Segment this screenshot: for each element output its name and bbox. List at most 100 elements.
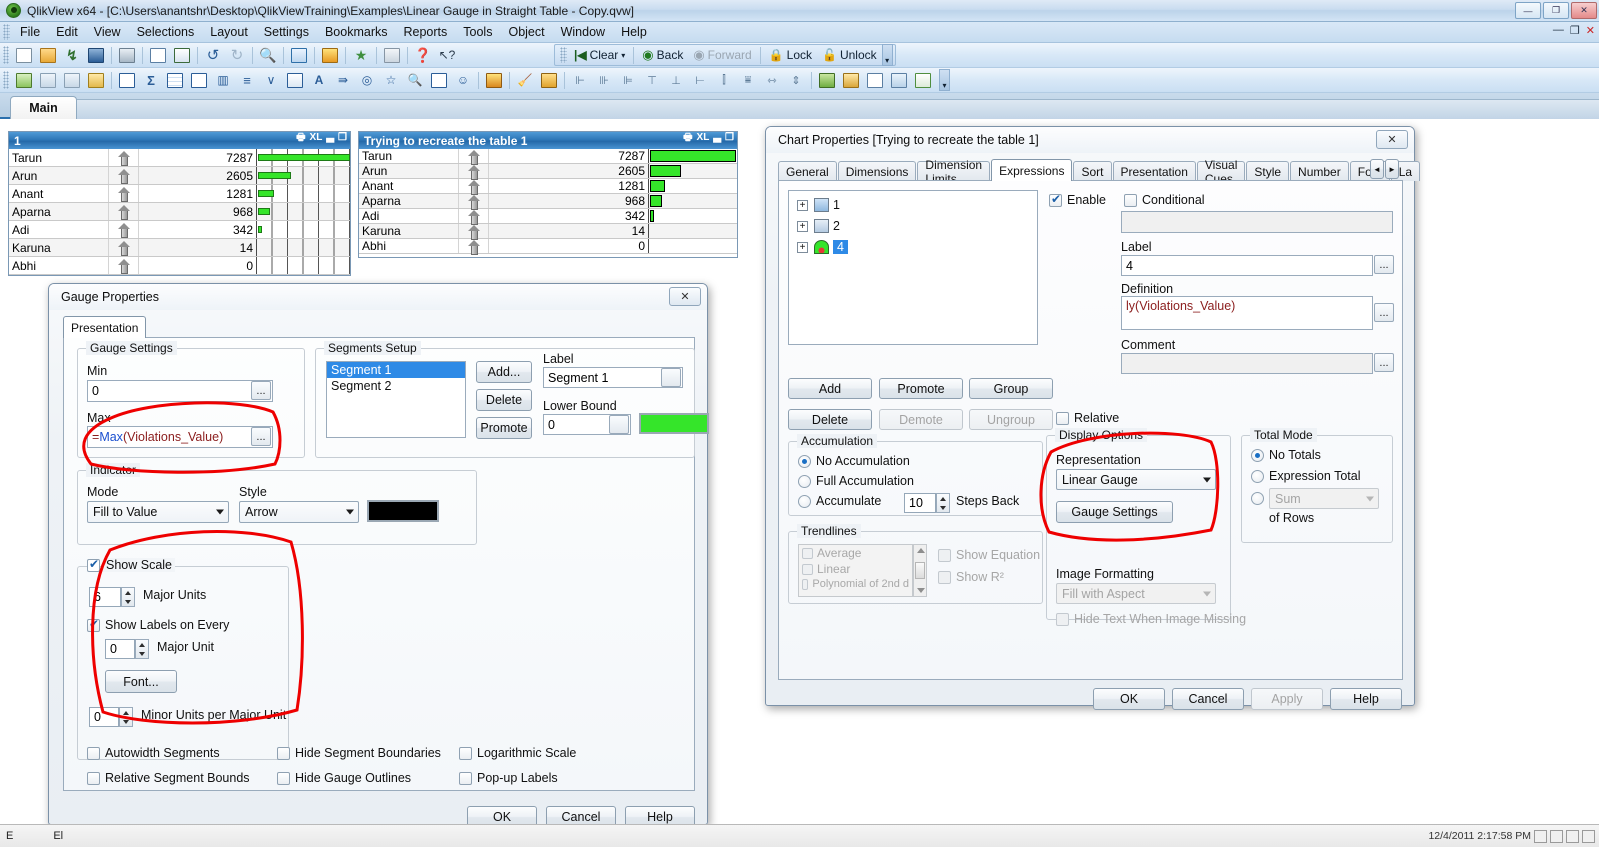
segment-label-browse-button[interactable]	[661, 368, 681, 387]
tab-visual-cues[interactable]: Visual Cues	[1196, 158, 1246, 186]
group-expression-button[interactable]: Group	[969, 378, 1053, 399]
doc-minimize-button[interactable]: —	[1553, 24, 1564, 37]
lower-bound-browse-button[interactable]	[609, 415, 629, 434]
logarithmic-scale-checkbox[interactable]	[459, 747, 472, 760]
distribute-v-icon[interactable]: ⩸	[737, 70, 759, 91]
delete-expression-button[interactable]: Delete	[788, 409, 872, 430]
custom-object-icon[interactable]: ☺	[452, 70, 474, 91]
next-sheet-icon[interactable]	[61, 70, 83, 91]
design-toolbar-grip-icon[interactable]	[3, 71, 9, 89]
menu-item-selections[interactable]: Selections	[129, 23, 203, 41]
conditional-input[interactable]	[1121, 211, 1393, 233]
button-object-icon[interactable]	[284, 70, 306, 91]
design-toolbar-overflow-icon[interactable]: ▾	[939, 69, 950, 91]
tab-number[interactable]: Number	[1290, 161, 1349, 181]
doc-restore-button[interactable]: ❐	[1570, 24, 1580, 37]
show-scale-checkbox[interactable]	[87, 557, 100, 572]
spinner-up-icon[interactable]	[125, 590, 131, 595]
design-grid-icon[interactable]	[381, 45, 403, 66]
chart-properties-close-button[interactable]: ✕	[1376, 130, 1408, 149]
menu-item-tools[interactable]: Tools	[455, 23, 500, 41]
distribute-h-icon[interactable]: ⫿	[713, 70, 735, 91]
edit-script-icon[interactable]	[147, 45, 169, 66]
scroll-up-icon[interactable]	[917, 548, 925, 553]
chart-cancel-button[interactable]: Cancel	[1172, 688, 1244, 710]
maximize-object-icon[interactable]: ❐	[338, 133, 347, 143]
text-object-icon[interactable]: A	[308, 70, 330, 91]
trendlines-scrollbar[interactable]	[913, 544, 927, 597]
spinner-down-icon[interactable]	[125, 599, 131, 604]
spinner-up-icon[interactable]	[123, 710, 129, 715]
segment-promote-button[interactable]: Promote	[476, 417, 532, 439]
expression-tree-item-1[interactable]: + 1	[797, 198, 840, 212]
align-left-icon[interactable]: ⊩	[569, 70, 591, 91]
redo-icon[interactable]: ↻	[226, 45, 248, 66]
print-object-icon[interactable]: 🖶	[683, 133, 692, 143]
expression-tree-item-2[interactable]: + 2	[797, 219, 840, 233]
tab-style[interactable]: Style	[1246, 161, 1290, 181]
tab-presentation[interactable]: Presentation	[1112, 161, 1196, 181]
definition-input[interactable]: ly(Violations_Value)	[1121, 296, 1373, 330]
table-row[interactable]: Adi 342	[9, 221, 350, 239]
sheet-tab-main[interactable]: Main	[10, 96, 77, 119]
accumulate-radio[interactable]	[798, 495, 811, 508]
space-v-icon[interactable]: ⇕	[785, 70, 807, 91]
table-row[interactable]: Aparna 968	[9, 203, 350, 221]
print-icon[interactable]	[116, 45, 138, 66]
copy-image-icon[interactable]	[816, 70, 838, 91]
promote-object-icon[interactable]	[888, 70, 910, 91]
max-input[interactable]: = Max (Violations_Value)	[87, 426, 273, 448]
menu-item-reports[interactable]: Reports	[396, 23, 456, 41]
search-icon[interactable]: 🔍	[257, 45, 279, 66]
minimize-object-icon[interactable]: ▃	[326, 133, 334, 143]
bookmark-star-icon[interactable]: ★	[350, 45, 372, 66]
spinner-up-icon[interactable]	[940, 496, 946, 501]
conditional-checkbox[interactable]	[1124, 194, 1137, 207]
sheet-properties-icon[interactable]	[85, 70, 107, 91]
spinner-down-icon[interactable]	[123, 719, 129, 724]
menu-item-layout[interactable]: Layout	[202, 23, 256, 41]
table-box-icon[interactable]	[188, 70, 210, 91]
menu-item-settings[interactable]: Settings	[256, 23, 317, 41]
scale-font-button[interactable]: Font...	[105, 670, 177, 693]
tab-dimension-limits[interactable]: Dimension Limits	[917, 158, 991, 186]
maximize-button[interactable]: ❐	[1543, 2, 1569, 19]
doc-close-button[interactable]: ✕	[1586, 24, 1595, 37]
trendline-item-polynomial[interactable]: Polynomial of 2nd d	[799, 577, 912, 591]
new-document-icon[interactable]	[13, 45, 35, 66]
table-row[interactable]: Aparna 968	[359, 194, 737, 210]
design-mode-icon[interactable]	[483, 70, 505, 91]
menu-item-object[interactable]: Object	[500, 23, 552, 41]
align-bottom-icon[interactable]: ⊢	[689, 70, 711, 91]
bookmark-object-icon[interactable]: ☆	[380, 70, 402, 91]
spinner-down-icon[interactable]	[139, 651, 145, 656]
label-browse-button[interactable]: ...	[1374, 255, 1394, 274]
trendline-item-linear[interactable]: Linear	[799, 561, 912, 577]
major-units-spinner[interactable]	[121, 587, 135, 607]
chevron-down-icon[interactable]	[1203, 477, 1211, 482]
hide-segment-boundaries-checkbox[interactable]	[277, 747, 290, 760]
mode-select[interactable]: Fill to Value	[87, 501, 229, 523]
minor-units-input[interactable]: 0	[89, 707, 119, 727]
help-icon[interactable]: ❓	[412, 45, 434, 66]
clear-button[interactable]: |◀ Clear ▾	[569, 48, 630, 62]
representation-select[interactable]: Linear Gauge	[1056, 469, 1216, 490]
major-units-input[interactable]: 6	[89, 587, 121, 607]
steps-back-input[interactable]: 10	[904, 493, 936, 513]
current-selections-icon[interactable]	[288, 45, 310, 66]
min-browse-button[interactable]: ...	[251, 381, 271, 400]
menu-item-edit[interactable]: Edit	[48, 23, 86, 41]
clear-dropdown-icon[interactable]: ▾	[621, 51, 625, 60]
statistics-box-icon[interactable]: Σ	[140, 70, 162, 91]
export-excel-icon[interactable]: XL	[310, 133, 323, 143]
new-sheet-icon[interactable]	[13, 70, 35, 91]
table-row[interactable]: Abhi 0	[9, 257, 350, 275]
min-input[interactable]: 0	[87, 380, 273, 402]
segments-list[interactable]: Segment 1 Segment 2	[326, 361, 466, 438]
maximize-object-icon[interactable]: ❐	[725, 133, 734, 143]
autowidth-segments-checkbox[interactable]	[87, 747, 100, 760]
container-object-icon[interactable]	[428, 70, 450, 91]
definition-browse-button[interactable]: ...	[1374, 303, 1394, 322]
align-right-icon[interactable]: ⊫	[617, 70, 639, 91]
segment-color-swatch[interactable]	[639, 413, 709, 434]
